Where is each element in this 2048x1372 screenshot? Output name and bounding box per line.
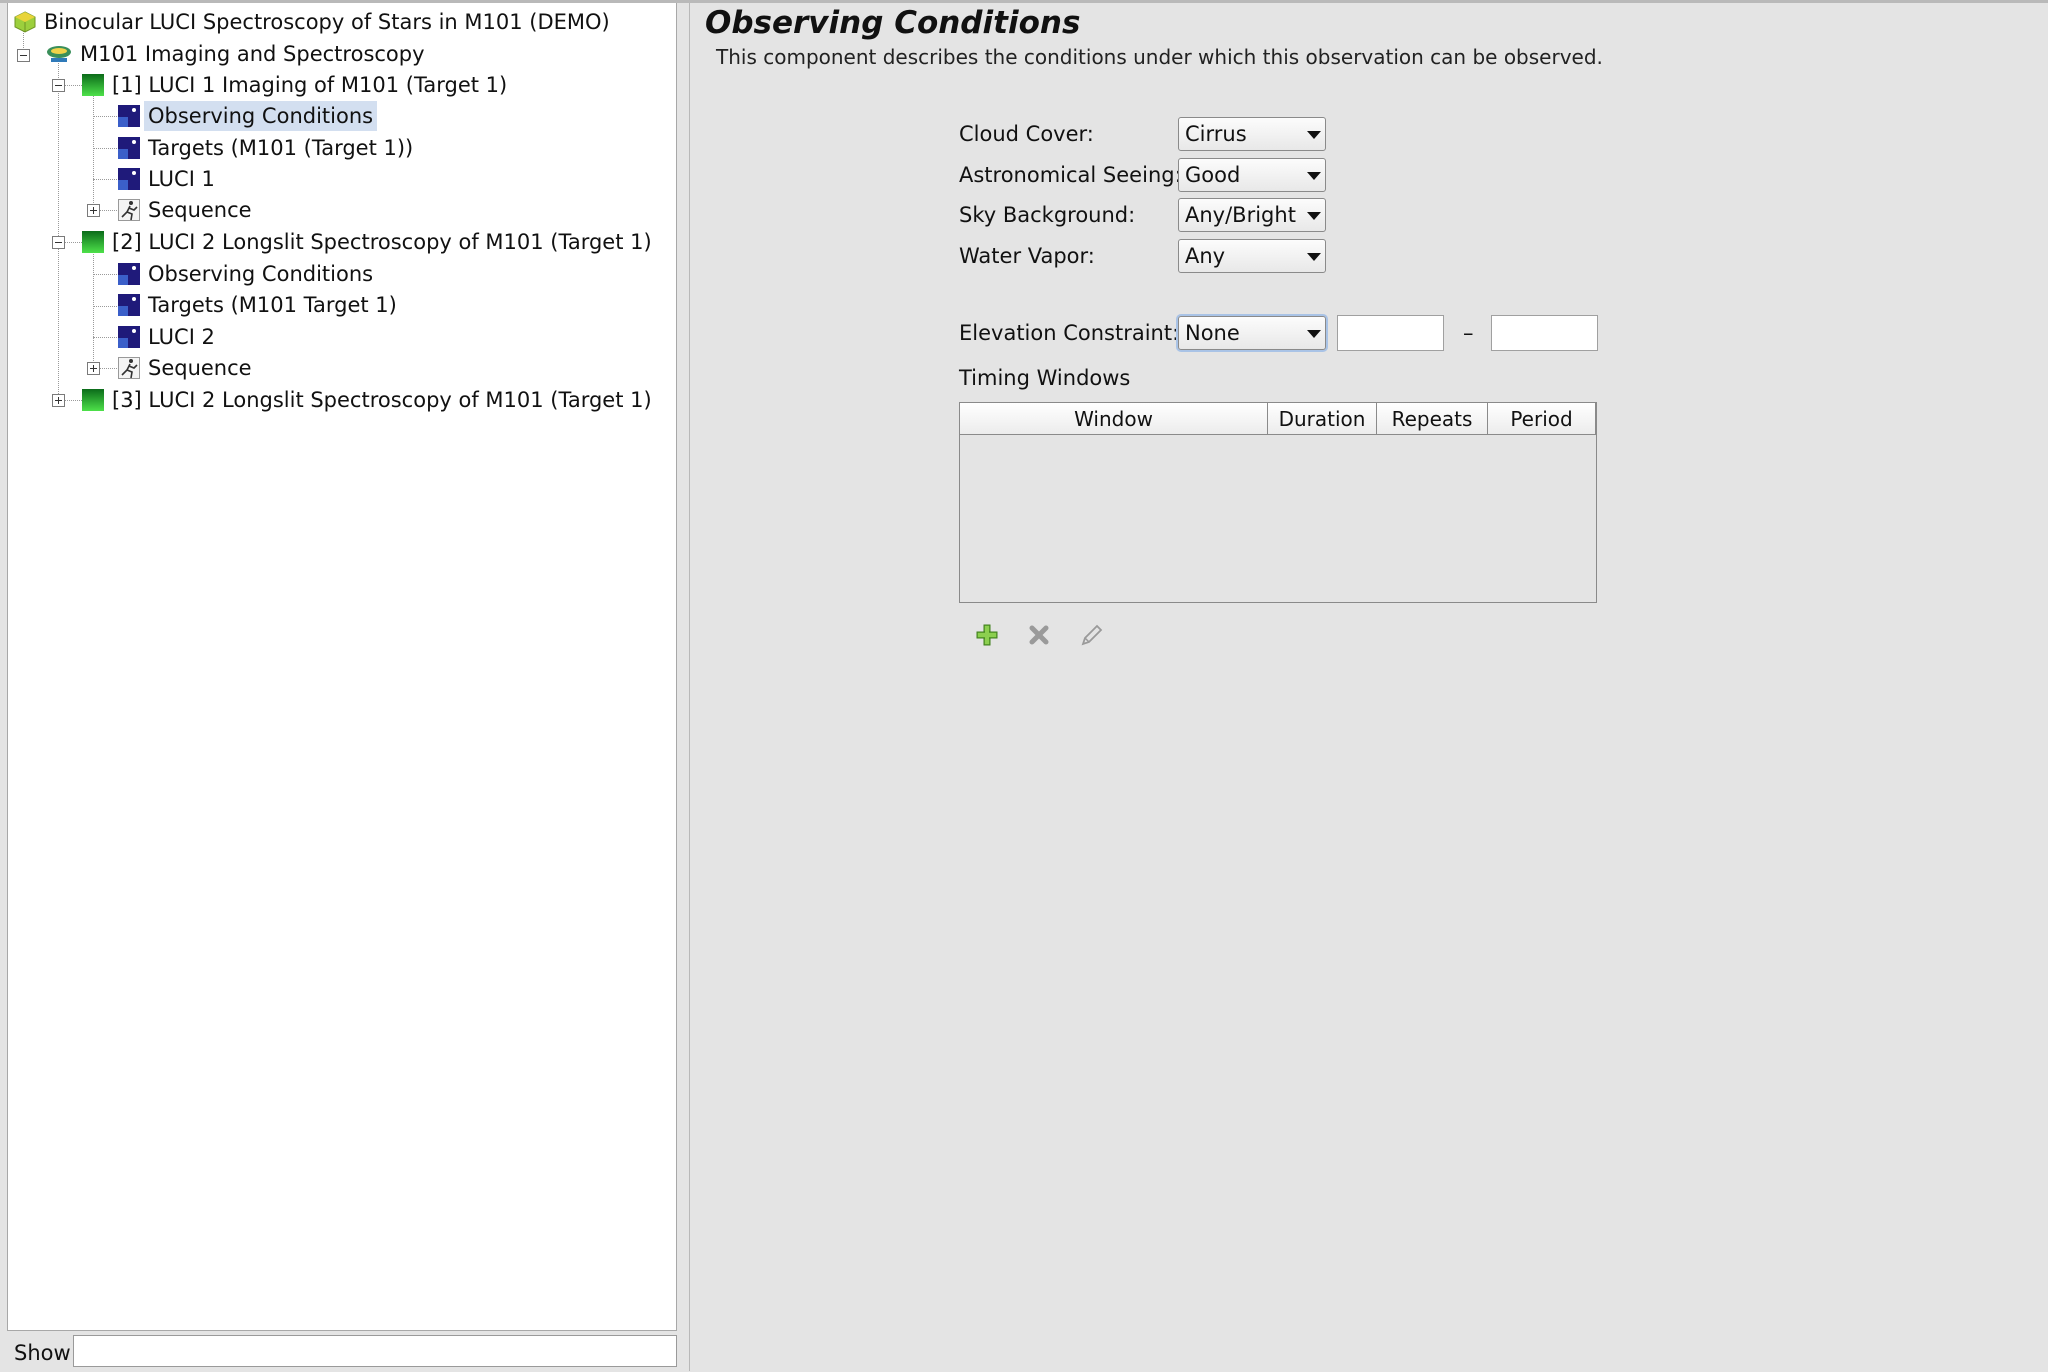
tree-connector — [93, 179, 121, 180]
dropdown-arrow-icon — [1307, 131, 1321, 139]
pane-splitter[interactable] — [679, 3, 690, 1371]
tree-item-label: M101 Imaging and Spectroscopy — [80, 42, 425, 66]
column-header-window[interactable]: Window — [960, 403, 1268, 435]
tree-item-observation-1[interactable]: [1] LUCI 1 Imaging of M101 (Target 1) — [82, 70, 511, 100]
water-vapor-select[interactable]: Any — [1178, 239, 1326, 273]
cloud-cover-select[interactable]: Cirrus — [1178, 117, 1326, 151]
collapse-toggle[interactable] — [17, 49, 30, 62]
tree-item-label: [1] LUCI 1 Imaging of M101 (Target 1) — [112, 73, 508, 97]
sky-background-value: Any/Bright — [1185, 203, 1296, 227]
elevation-max-input[interactable] — [1491, 315, 1598, 351]
collapse-toggle[interactable] — [52, 79, 65, 92]
water-vapor-value: Any — [1185, 244, 1226, 268]
tree-item-observation-3[interactable]: [3] LUCI 2 Longslit Spectroscopy of M101… — [82, 385, 656, 415]
sequence-runner-icon — [118, 199, 140, 221]
program-package-icon — [14, 11, 36, 33]
tree-item-label: Sequence — [148, 198, 252, 222]
tree-item-label: LUCI 2 — [148, 325, 215, 349]
show-filter-bar: Show — [7, 1330, 677, 1372]
expand-toggle[interactable] — [87, 204, 100, 217]
table-header: Window Duration Repeats Period — [960, 403, 1596, 435]
tree-item-instrument[interactable]: LUCI 1 — [118, 164, 219, 194]
component-icon — [118, 137, 140, 159]
tree-connector — [93, 337, 121, 338]
tree-item-label: Binocular LUCI Spectroscopy of Stars in … — [44, 10, 610, 34]
add-icon[interactable] — [972, 620, 1002, 650]
tree-connector — [93, 148, 121, 149]
elevation-min-input[interactable] — [1337, 315, 1444, 351]
water-vapor-label: Water Vapor: — [959, 244, 1095, 268]
observation-icon — [82, 231, 104, 253]
tree-connector — [64, 85, 84, 86]
show-label: Show — [14, 1341, 71, 1365]
tree-item-label: [3] LUCI 2 Longslit Spectroscopy of M101… — [112, 388, 652, 412]
component-icon — [118, 326, 140, 348]
dropdown-arrow-icon — [1307, 212, 1321, 220]
tree-item-label: Targets (M101 (Target 1)) — [148, 136, 414, 160]
tree-item-label: Targets (M101 Target 1) — [148, 293, 397, 317]
elevation-constraint-value: None — [1185, 321, 1240, 345]
column-header-period[interactable]: Period — [1488, 403, 1596, 435]
observation-icon — [82, 74, 104, 96]
range-separator: – — [1463, 321, 1474, 345]
tree-connector — [64, 242, 84, 243]
tree-item-instrument[interactable]: LUCI 2 — [118, 322, 219, 352]
show-filter-input[interactable] — [73, 1335, 677, 1367]
component-icon — [118, 263, 140, 285]
program-tree[interactable]: Binocular LUCI Spectroscopy of Stars in … — [7, 3, 677, 1331]
tree-connector — [93, 252, 94, 365]
page-title: Observing Conditions — [705, 5, 1081, 41]
component-icon — [118, 168, 140, 190]
tree-item-label: Observing Conditions — [148, 262, 374, 286]
telescope-group-icon — [46, 43, 71, 65]
tree-connector — [64, 400, 84, 401]
tree-item-targets[interactable]: Targets (M101 (Target 1)) — [118, 133, 417, 163]
sequence-runner-icon — [118, 357, 140, 379]
dropdown-arrow-icon — [1307, 330, 1321, 338]
tree-connector — [93, 94, 94, 207]
observation-icon — [82, 389, 104, 411]
collapse-toggle[interactable] — [52, 236, 65, 249]
elevation-constraint-label: Elevation Constraint: — [959, 321, 1180, 345]
tree-connector — [58, 58, 59, 400]
elevation-constraint-select[interactable]: None — [1178, 316, 1326, 350]
sky-background-label: Sky Background: — [959, 203, 1136, 227]
tree-item-observing-conditions[interactable]: Observing Conditions — [118, 101, 378, 131]
tree-item-label: [2] LUCI 2 Longslit Spectroscopy of M101… — [112, 230, 652, 254]
tree-item-targets[interactable]: Targets (M101 Target 1) — [118, 290, 401, 320]
tree-item-label: Observing Conditions — [144, 101, 378, 131]
cloud-cover-label: Cloud Cover: — [959, 122, 1094, 146]
sky-background-select[interactable]: Any/Bright — [1178, 198, 1326, 232]
remove-icon[interactable] — [1024, 620, 1054, 650]
tree-item-observing-conditions[interactable]: Observing Conditions — [118, 259, 377, 289]
component-icon — [118, 105, 140, 127]
tree-item-sequence[interactable]: Sequence — [118, 353, 256, 383]
dropdown-arrow-icon — [1307, 172, 1321, 180]
dropdown-arrow-icon — [1307, 253, 1321, 261]
tree-item-label: LUCI 1 — [148, 167, 215, 191]
seeing-value: Good — [1185, 163, 1241, 187]
tree-item-program[interactable]: M101 Imaging and Spectroscopy — [46, 39, 429, 69]
tree-item-program-root[interactable]: Binocular LUCI Spectroscopy of Stars in … — [14, 7, 614, 37]
seeing-label: Astronomical Seeing: — [959, 163, 1182, 187]
expand-toggle[interactable] — [87, 362, 100, 375]
column-header-repeats[interactable]: Repeats — [1377, 403, 1488, 435]
timing-windows-table[interactable]: Window Duration Repeats Period — [959, 402, 1597, 603]
component-icon — [118, 294, 140, 316]
component-editor: Observing Conditions This component desc… — [690, 3, 2048, 1371]
tree-item-sequence[interactable]: Sequence — [118, 195, 256, 225]
tree-connector — [93, 116, 121, 117]
page-description: This component describes the conditions … — [716, 45, 1603, 69]
seeing-select[interactable]: Good — [1178, 158, 1326, 192]
column-header-duration[interactable]: Duration — [1268, 403, 1377, 435]
edit-icon[interactable] — [1076, 620, 1106, 650]
cloud-cover-value: Cirrus — [1185, 122, 1247, 146]
timing-windows-label: Timing Windows — [959, 366, 1131, 390]
tree-item-label: Sequence — [148, 356, 252, 380]
tree-item-observation-2[interactable]: [2] LUCI 2 Longslit Spectroscopy of M101… — [82, 227, 656, 257]
expand-toggle[interactable] — [52, 394, 65, 407]
tree-connector — [93, 306, 121, 307]
tree-connector — [93, 274, 121, 275]
